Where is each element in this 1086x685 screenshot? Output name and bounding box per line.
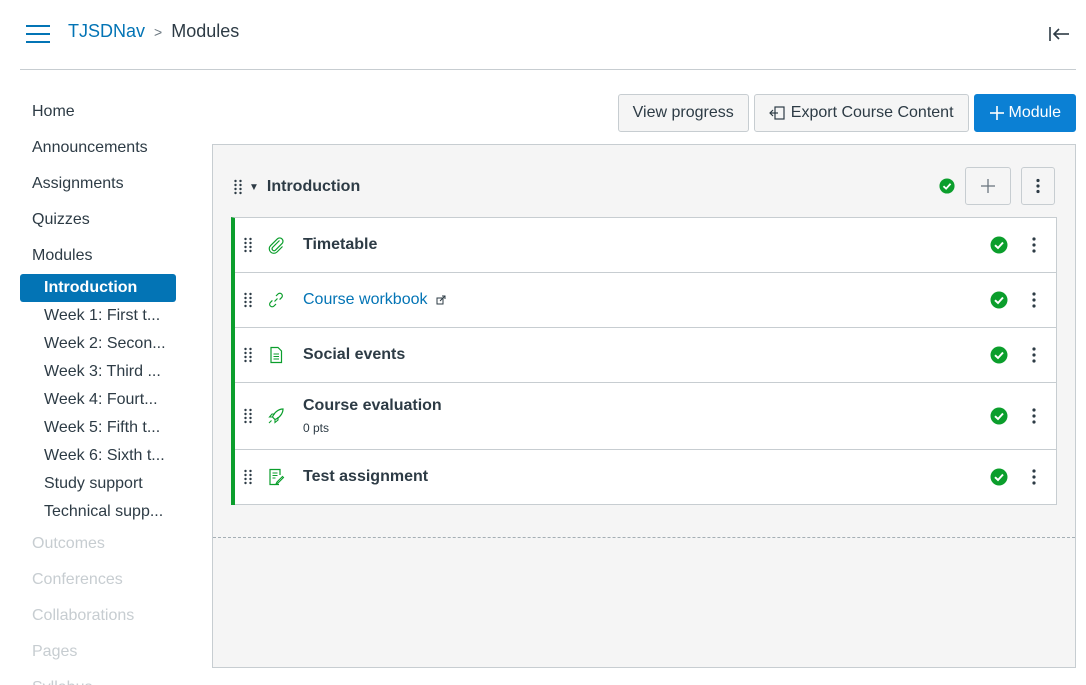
nav-outcomes[interactable]: Outcomes: [20, 526, 180, 562]
module-item[interactable]: Test assignment: [235, 450, 1056, 505]
module-divider: [213, 537, 1075, 538]
nav-syllabus[interactable]: Syllabus: [20, 670, 180, 685]
assignment-icon: [269, 468, 285, 486]
subnav-week-2[interactable]: Week 2: Secon...: [20, 330, 176, 358]
nav-quizzes[interactable]: Quizzes: [20, 202, 180, 238]
subnav-introduction[interactable]: Introduction: [20, 274, 176, 302]
context-modules: ▼ Introduction Timetable Course workbook…: [212, 144, 1076, 668]
subnav-study-support[interactable]: Study support: [20, 470, 176, 498]
completed-check-icon: [990, 468, 1008, 486]
nav-modules[interactable]: Modules: [20, 238, 180, 274]
module-item-title[interactable]: Social events: [303, 346, 405, 364]
subnav-week-4[interactable]: Week 4: Fourt...: [20, 386, 176, 414]
subnav-week-1[interactable]: Week 1: First t...: [20, 302, 176, 330]
export-label: Export Course Content: [790, 104, 954, 121]
completed-check-icon: [990, 346, 1008, 364]
module-item[interactable]: Social events: [235, 328, 1056, 383]
drag-handle-icon[interactable]: [243, 292, 253, 308]
completed-check-icon: [990, 236, 1008, 254]
module-title: Introduction: [266, 178, 361, 195]
plus-icon: [981, 179, 995, 193]
kebab-menu-icon: [1036, 178, 1040, 194]
collapse-module-caret-icon[interactable]: ▼: [249, 182, 259, 193]
quiz-rocket-icon: [268, 408, 284, 424]
module-item-title-link[interactable]: Course workbook: [303, 291, 428, 309]
drag-handle-icon[interactable]: [243, 469, 253, 485]
plus-icon: [989, 106, 1004, 120]
kebab-menu-icon[interactable]: [1026, 468, 1042, 486]
drag-handle-icon[interactable]: [243, 408, 253, 424]
drag-handle-icon[interactable]: [243, 237, 253, 253]
breadcrumb: TJSDNav > Modules: [68, 21, 239, 42]
completed-check-icon: [990, 407, 1008, 425]
subnav-technical-support[interactable]: Technical supp...: [20, 498, 176, 526]
kebab-menu-icon[interactable]: [1026, 291, 1042, 309]
module-item[interactable]: Timetable: [235, 218, 1056, 273]
link-icon: [269, 292, 283, 308]
modules-toolbar: View progress Export Course Content Modu…: [617, 94, 1076, 132]
course-navigation: Home Announcements Assignments Quizzes M…: [20, 94, 180, 685]
drag-handle-icon[interactable]: [243, 347, 253, 363]
external-link-icon: [436, 295, 445, 305]
nav-announcements[interactable]: Announcements: [20, 130, 180, 166]
add-module-label: Module: [1008, 104, 1061, 121]
page-icon: [270, 346, 283, 364]
nav-pages[interactable]: Pages: [20, 634, 180, 670]
subnav-week-5[interactable]: Week 5: Fifth t...: [20, 414, 176, 442]
module-complete-check-icon: [939, 178, 955, 194]
module-header[interactable]: ▼ Introduction: [233, 167, 1055, 207]
view-progress-label: View progress: [632, 104, 734, 121]
view-progress-button[interactable]: View progress: [617, 94, 749, 132]
breadcrumb-course-link[interactable]: TJSDNav: [68, 21, 145, 42]
module-item-title[interactable]: Course evaluation: [303, 397, 442, 415]
export-icon: [768, 106, 785, 120]
drag-handle-icon[interactable]: [233, 179, 243, 195]
module-item[interactable]: Course evaluation 0 pts: [235, 383, 1056, 450]
module-item-points: 0 pts: [303, 421, 330, 435]
breadcrumb-current-page: Modules: [171, 21, 240, 41]
page-header: TJSDNav > Modules: [20, 0, 1076, 70]
kebab-menu-icon[interactable]: [1026, 236, 1042, 254]
kebab-menu-icon[interactable]: [1026, 407, 1042, 425]
nav-assignments[interactable]: Assignments: [20, 166, 180, 202]
nav-home[interactable]: Home: [20, 94, 180, 130]
nav-conferences[interactable]: Conferences: [20, 562, 180, 598]
add-item-button[interactable]: [965, 167, 1011, 205]
module-items-list: Timetable Course workbook Social events …: [231, 217, 1057, 505]
module-item[interactable]: Course workbook: [235, 273, 1056, 328]
breadcrumb-separator: >: [154, 23, 163, 40]
add-module-button[interactable]: Module: [973, 94, 1076, 132]
module-subnav: Introduction Week 1: First t... Week 2: …: [20, 274, 180, 526]
hamburger-menu-icon[interactable]: [26, 25, 50, 43]
kebab-menu-icon[interactable]: [1026, 346, 1042, 364]
completed-check-icon: [990, 291, 1008, 309]
subnav-week-3[interactable]: Week 3: Third ...: [20, 358, 176, 386]
module-actions: [939, 167, 1055, 205]
module-options-button[interactable]: [1021, 167, 1055, 205]
subnav-week-6[interactable]: Week 6: Sixth t...: [20, 442, 176, 470]
collapse-sidebar-icon[interactable]: [1048, 24, 1070, 44]
module-item-title[interactable]: Test assignment: [303, 468, 428, 486]
module-item-title[interactable]: Timetable: [303, 236, 377, 254]
paperclip-icon: [268, 237, 284, 254]
export-course-content-button[interactable]: Export Course Content: [753, 94, 969, 132]
nav-collaborations[interactable]: Collaborations: [20, 598, 180, 634]
